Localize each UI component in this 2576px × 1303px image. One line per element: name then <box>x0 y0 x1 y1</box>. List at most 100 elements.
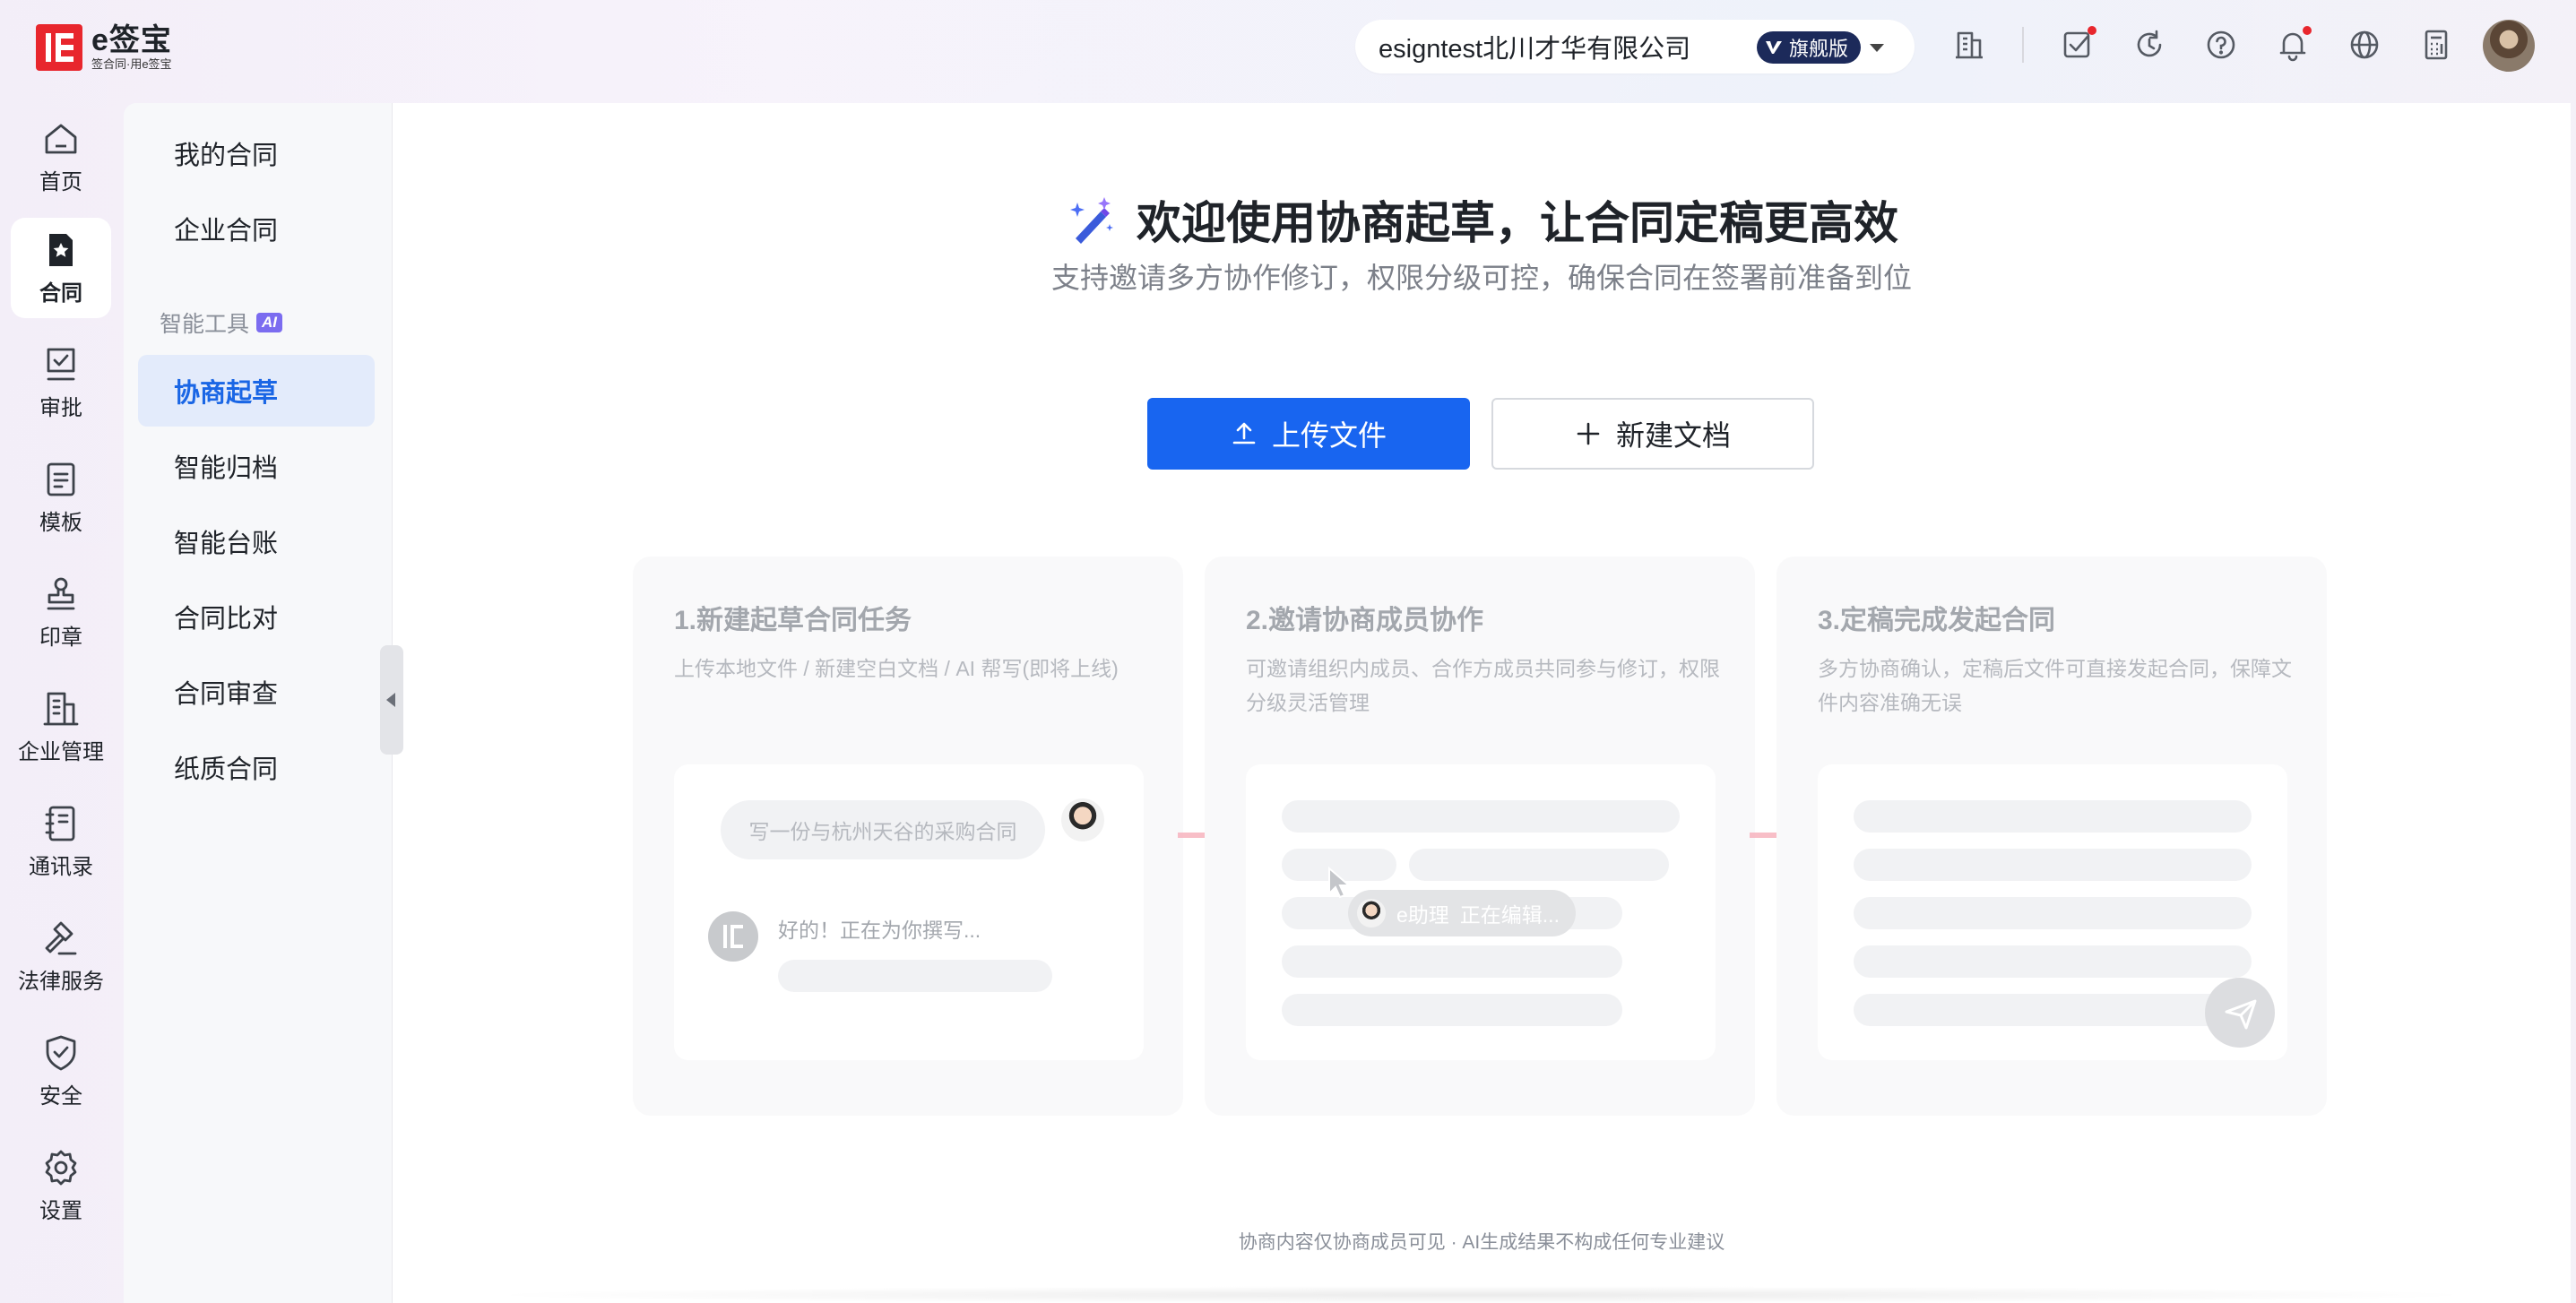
upload-file-button[interactable]: 上传文件 <box>1147 398 1470 470</box>
placeholder-line <box>1854 897 2252 929</box>
seal-icon <box>47 577 75 609</box>
rail-label: 首页 <box>39 169 82 194</box>
collaborator-status: 正在编辑... <box>1459 903 1560 927</box>
calculator-icon[interactable] <box>2419 28 2453 62</box>
rail-item-contacts[interactable]: 通讯录 <box>11 791 111 892</box>
step-illustration: 写一份与杭州天谷的采购合同 好的！正在为你撰写... <box>674 764 1144 1060</box>
new-document-button[interactable]: 新建文档 <box>1491 398 1814 470</box>
main-content: 欢迎使用协商起草，让合同定稿更高效 支持邀请多方协作修订，权限分级可控，确保合同… <box>393 103 2571 1303</box>
rail-item-contract[interactable]: 合同 <box>11 218 111 318</box>
rail-label: 安全 <box>39 1083 82 1109</box>
placeholder-line <box>1854 849 2252 881</box>
assistant-logo-icon <box>708 911 758 962</box>
rail-label: 模板 <box>39 510 82 535</box>
page-subtitle: 支持邀请多方协作修订，权限分级可控，确保合同在签署前准备到位 <box>1050 262 1912 294</box>
rail-item-approval[interactable]: 审批 <box>11 332 111 433</box>
collapse-sidebar-handle[interactable] <box>380 645 403 755</box>
rail-label: 法律服务 <box>18 969 104 994</box>
bell-icon[interactable] <box>2276 26 2312 62</box>
collaborator-avatar <box>1357 899 1386 928</box>
rail-item-home[interactable]: 首页 <box>11 107 111 207</box>
magic-wand-icon <box>1070 197 1113 244</box>
step-title: 2.邀请协商成员协作 <box>1246 606 1484 635</box>
company-name: esigntest北川才华有限公司 <box>1379 35 1691 64</box>
disclaimer-note: 协商内容仅协商成员可见 · AI生成结果不构成任何专业建议 <box>1238 1232 1725 1253</box>
step-description: 上传本地文件 / 新建空白文档 / AI 帮写(即将上线) <box>674 657 1119 680</box>
upload-label: 上传文件 <box>1271 419 1387 452</box>
subnav-group-smart-tools: 智能工具 AI <box>160 306 283 339</box>
brand-name: e签宝 <box>91 23 172 57</box>
placeholder-line <box>1282 800 1680 833</box>
settings-icon <box>45 1150 77 1185</box>
toolbar-divider <box>2022 27 2024 63</box>
subnav-item-contract-compare[interactable]: 合同比对 <box>138 581 375 652</box>
step-card-1: 1.新建起草合同任务 上传本地文件 / 新建空白文档 / AI 帮写(即将上线)… <box>633 557 1183 1116</box>
subnav-item-smart-archive[interactable]: 智能归档 <box>138 430 375 502</box>
upload-icon <box>1232 422 1256 444</box>
placeholder-line <box>1854 945 2252 978</box>
placeholder-line <box>1282 945 1622 978</box>
collaborator-name: e助理 <box>1396 903 1449 927</box>
contract-subnav: 我的合同 企业合同 协商起草 智能归档 智能台账 合同比对 合同审查 纸质合同 <box>124 103 393 1303</box>
edition-label: 旗舰版 <box>1789 38 1849 60</box>
step-card-2: 2.邀请协商成员协作 可邀请组织内成员、合作方成员共同参与修订，权限分级灵活管理… <box>1205 557 1755 1116</box>
enterprise-icon <box>43 692 79 725</box>
task-check-icon[interactable] <box>2061 26 2096 62</box>
help-icon[interactable] <box>2204 28 2238 62</box>
rail-item-security[interactable]: 安全 <box>11 1021 111 1121</box>
placeholder-line <box>1854 994 2252 1026</box>
building-icon[interactable] <box>1952 28 1986 62</box>
user-avatar[interactable] <box>2483 20 2535 72</box>
placeholder-line <box>1854 800 2252 833</box>
legal-icon <box>45 921 77 954</box>
placeholder-line <box>778 960 1052 992</box>
notification-dot <box>2088 26 2096 35</box>
company-switcher[interactable]: esigntest北川才华有限公司 旗舰版 <box>1355 20 1915 73</box>
hero-header: 欢迎使用协商起草，让合同定稿更高效 <box>393 187 2571 252</box>
new-document-label: 新建文档 <box>1615 419 1731 452</box>
template-icon <box>47 462 75 496</box>
chevron-down-icon[interactable] <box>1870 44 1884 52</box>
assistant-reply: 好的！正在为你撰写... <box>778 919 981 942</box>
step-description: 多方协商确认，定稿后文件可直接发起合同，保障文件内容准确无误 <box>1818 657 2292 714</box>
placeholder-line <box>1409 849 1669 881</box>
globe-icon[interactable] <box>2347 28 2382 62</box>
page-title: 欢迎使用协商起草，让合同定稿更高效 <box>1137 198 1898 248</box>
step-illustration <box>1818 764 2287 1060</box>
group-label: 智能工具 <box>160 312 250 337</box>
rail-item-legal[interactable]: 法律服务 <box>11 906 111 1006</box>
rail-item-template[interactable]: 模板 <box>11 447 111 548</box>
step-title: 3.定稿完成发起合同 <box>1818 606 2056 635</box>
step-card-3: 3.定稿完成发起合同 多方协商确认，定稿后文件可直接发起合同，保障文件内容准确无… <box>1776 557 2327 1116</box>
step-description: 可邀请组织内成员、合作方成员共同参与修订，权限分级灵活管理 <box>1246 657 1720 714</box>
subnav-item-negotiation-draft[interactable]: 协商起草 <box>138 355 375 427</box>
subnav-item-smart-ledger[interactable]: 智能台账 <box>138 505 375 577</box>
rail-label: 设置 <box>39 1198 82 1223</box>
brand-logo[interactable]: e签宝 签合同·用e签宝 <box>36 23 172 72</box>
rail-item-enterprise[interactable]: 企业管理 <box>11 677 111 777</box>
rail-label: 通讯录 <box>29 854 93 879</box>
logo-mark-icon <box>36 24 82 71</box>
rail-item-settings[interactable]: 设置 <box>11 1135 111 1236</box>
user-avatar-illustration <box>1061 798 1104 841</box>
step-title: 1.新建起草合同任务 <box>674 606 912 635</box>
contacts-icon <box>45 806 75 841</box>
step-illustration: e助理 正在编辑... <box>1246 764 1716 1060</box>
scroll-shadow <box>473 1286 2490 1303</box>
send-icon <box>2205 978 2275 1048</box>
rail-item-seal[interactable]: 印章 <box>11 562 111 662</box>
subnav-item-paper-contract[interactable]: 纸质合同 <box>138 731 375 803</box>
rail-label: 审批 <box>39 395 82 420</box>
notification-dot <box>2303 26 2312 35</box>
subnav-item-contract-review[interactable]: 合同审查 <box>138 656 375 728</box>
contract-icon <box>49 233 73 266</box>
rail-label: 企业管理 <box>18 739 104 764</box>
collaborator-editing-chip: e助理 正在编辑... <box>1348 890 1576 936</box>
subnav-item-my-contracts[interactable]: 我的合同 <box>138 117 375 189</box>
shield-icon <box>46 1035 76 1070</box>
chat-prompt-bubble: 写一份与杭州天谷的采购合同 <box>721 800 1045 859</box>
refresh-icon[interactable] <box>2132 28 2166 62</box>
brand-slogan: 签合同·用e签宝 <box>91 57 172 71</box>
top-bar: e签宝 签合同·用e签宝 esigntest北川才华有限公司 旗舰版 <box>0 0 2576 103</box>
subnav-item-enterprise-contracts[interactable]: 企业合同 <box>138 193 375 264</box>
